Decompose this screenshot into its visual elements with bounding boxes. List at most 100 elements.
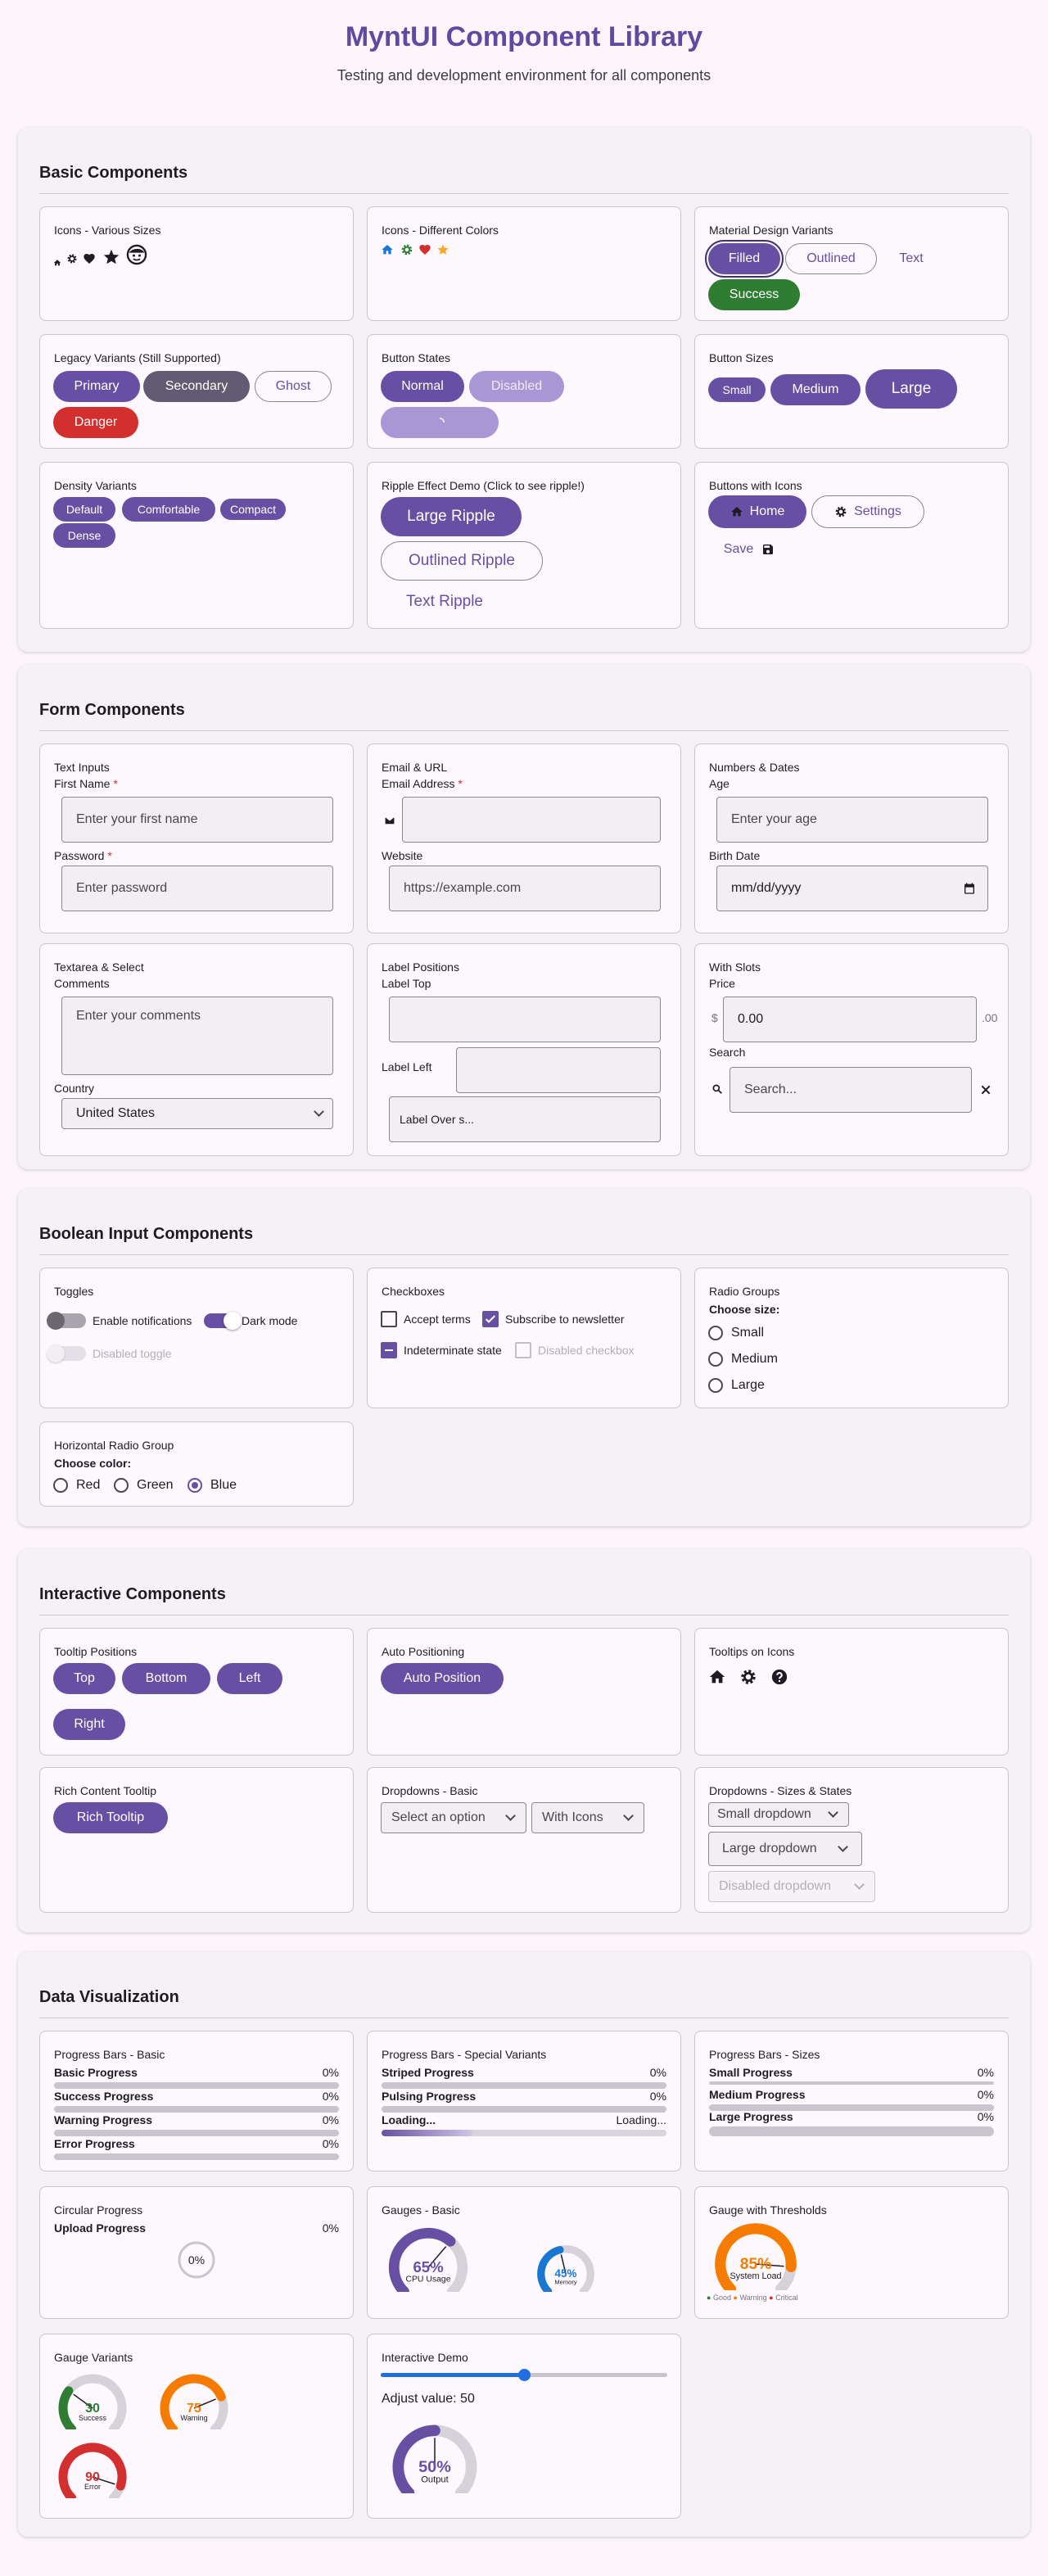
large-ripple-button[interactable]: Large Ripple bbox=[381, 497, 522, 536]
chevron-down-icon bbox=[854, 1879, 865, 1890]
home-icon bbox=[53, 256, 61, 271]
small-progress-bar bbox=[709, 2081, 994, 2085]
section-title: Form Components bbox=[39, 701, 185, 719]
label-left-input[interactable] bbox=[456, 1047, 661, 1093]
output-gauge: 50%Output0100 bbox=[392, 2425, 477, 2503]
danger-button[interactable]: Danger bbox=[53, 407, 138, 438]
card-tooltip-positions: Tooltip Positions Top Bottom Left Right bbox=[39, 1628, 354, 1756]
save-button[interactable]: Save bbox=[708, 533, 790, 566]
memory-gauge: 45%Memory0100 bbox=[537, 2245, 594, 2299]
card-label-positions: Label Positions Label Top Label Left Lab… bbox=[367, 943, 681, 1156]
age-input[interactable]: Enter your age bbox=[716, 797, 988, 843]
with-icons-dropdown[interactable]: With Icons bbox=[531, 1802, 644, 1833]
website-input[interactable]: https://example.com bbox=[389, 865, 661, 911]
notifications-toggle[interactable] bbox=[47, 1311, 89, 1331]
gauge-value-arc bbox=[58, 2386, 77, 2434]
settings-icon bbox=[66, 253, 78, 269]
default-button[interactable]: Default bbox=[53, 497, 115, 522]
settings-icon[interactable] bbox=[739, 1668, 757, 1690]
radio-red[interactable] bbox=[53, 1478, 68, 1493]
warning-progress-bar bbox=[54, 2130, 339, 2136]
disabled-button: Disabled bbox=[469, 371, 564, 402]
first-name-input[interactable]: Enter your first name bbox=[61, 797, 333, 843]
price-input[interactable]: 0.00 bbox=[723, 997, 977, 1042]
birth-date-input[interactable]: mm/dd/yyyy bbox=[716, 865, 988, 911]
search-input[interactable]: Search... bbox=[730, 1067, 972, 1113]
help-icon[interactable] bbox=[770, 1668, 788, 1690]
password-input[interactable]: Enter password bbox=[61, 865, 333, 911]
value-slider[interactable] bbox=[381, 2369, 667, 2382]
select-option-dropdown[interactable]: Select an option bbox=[381, 1802, 526, 1833]
rich-tooltip-button[interactable]: Rich Tooltip bbox=[53, 1802, 168, 1833]
outlined-button[interactable]: Outlined bbox=[785, 243, 877, 274]
card-textarea-select: Textarea & Select Comments Enter your co… bbox=[39, 943, 354, 1156]
gauge-label: Memory bbox=[554, 2279, 576, 2286]
large-dropdown[interactable]: Large dropdown bbox=[708, 1832, 862, 1866]
card-email-url: Email & URL Email Address * Website http… bbox=[367, 743, 681, 933]
chevron-down-icon bbox=[505, 1810, 516, 1821]
text-ripple-button[interactable]: Text Ripple bbox=[381, 585, 508, 618]
home-icon[interactable] bbox=[708, 1668, 726, 1690]
normal-button[interactable]: Normal bbox=[381, 371, 464, 402]
accept-terms-checkbox[interactable] bbox=[381, 1311, 397, 1327]
label-top-input[interactable] bbox=[389, 997, 661, 1042]
basic-progress-bar bbox=[54, 2082, 339, 2089]
card-checkboxes: Checkboxes Accept terms Subscribe to new… bbox=[367, 1268, 681, 1408]
success-button[interactable]: Success bbox=[708, 279, 800, 310]
close-icon[interactable] bbox=[980, 1084, 992, 1100]
radio-medium[interactable] bbox=[708, 1352, 723, 1367]
card-with-slots: With Slots Price $ 0.00 .00 Search Searc… bbox=[694, 943, 1009, 1156]
auto-position-button[interactable]: Auto Position bbox=[381, 1663, 504, 1694]
tooltip-top-button[interactable]: Top bbox=[53, 1663, 115, 1694]
star-icon bbox=[102, 248, 120, 270]
search-icon bbox=[711, 1083, 723, 1099]
indeterminate-checkbox[interactable] bbox=[381, 1342, 397, 1358]
country-select[interactable]: United States bbox=[61, 1098, 333, 1129]
heart-icon bbox=[83, 252, 96, 269]
loading-button bbox=[381, 407, 499, 438]
small-button[interactable]: Small bbox=[708, 377, 766, 402]
section-data-visualization: Data Visualization Progress Bars - Basic… bbox=[18, 1952, 1030, 2537]
chevron-down-icon bbox=[623, 1810, 634, 1821]
filled-button[interactable]: Filled bbox=[705, 240, 784, 278]
radio-small[interactable] bbox=[708, 1326, 723, 1340]
comfortable-button[interactable]: Comfortable bbox=[122, 497, 215, 522]
radio-blue[interactable] bbox=[187, 1478, 202, 1493]
tooltip-bottom-button[interactable]: Bottom bbox=[122, 1663, 210, 1694]
comments-textarea[interactable]: Enter your comments bbox=[61, 997, 333, 1075]
home-button[interactable]: Home bbox=[708, 495, 806, 528]
tooltip-right-button[interactable]: Right bbox=[53, 1709, 125, 1740]
card-gauge-variants: Gauge Variants 30Success0100 75Warning01… bbox=[39, 2334, 354, 2519]
card-buttons-with-icons: Buttons with Icons Home Settings Save bbox=[694, 462, 1009, 629]
gauge-value-text: 65% bbox=[413, 2258, 443, 2275]
star-icon bbox=[436, 243, 449, 260]
dense-button[interactable]: Dense bbox=[53, 523, 115, 548]
medium-button[interactable]: Medium bbox=[770, 374, 861, 405]
circular-progress: 0% bbox=[176, 2239, 217, 2280]
settings-button[interactable]: Settings bbox=[811, 495, 924, 528]
email-input[interactable] bbox=[402, 797, 661, 843]
subscribe-checkbox[interactable] bbox=[482, 1311, 499, 1327]
slider-thumb[interactable] bbox=[518, 2369, 531, 2381]
card-progress-basic: Progress Bars - Basic Basic Progress 0% … bbox=[39, 2031, 354, 2172]
large-button[interactable]: Large bbox=[865, 369, 957, 409]
error-gauge: 90Error0100 bbox=[58, 2443, 127, 2506]
section-form-components: Form Components Text Inputs First Name *… bbox=[18, 665, 1030, 1169]
secondary-button[interactable]: Secondary bbox=[143, 371, 250, 402]
label-over-input[interactable]: Label Over s... bbox=[389, 1096, 661, 1142]
radio-green[interactable] bbox=[114, 1478, 129, 1493]
tooltip-left-button[interactable]: Left bbox=[217, 1663, 282, 1694]
radio-large[interactable] bbox=[708, 1378, 723, 1393]
primary-button[interactable]: Primary bbox=[53, 371, 140, 402]
outlined-ripple-button[interactable]: Outlined Ripple bbox=[381, 541, 543, 581]
dark-mode-toggle[interactable] bbox=[202, 1311, 245, 1331]
ghost-button[interactable]: Ghost bbox=[255, 371, 332, 402]
small-dropdown[interactable]: Small dropdown bbox=[708, 1802, 849, 1827]
text-button[interactable]: Text bbox=[882, 243, 941, 274]
card-gauge-thresholds: Gauge with Thresholds 85%System Load0100… bbox=[694, 2186, 1009, 2319]
compact-button[interactable]: Compact bbox=[220, 499, 286, 520]
card-dropdowns-sizes: Dropdowns - Sizes & States Small dropdow… bbox=[694, 1767, 1009, 1913]
card-toggles: Toggles Enable notifications Dark mode D… bbox=[39, 1268, 354, 1408]
settings-icon bbox=[835, 506, 847, 517]
gauge-label: Success bbox=[79, 2414, 107, 2422]
